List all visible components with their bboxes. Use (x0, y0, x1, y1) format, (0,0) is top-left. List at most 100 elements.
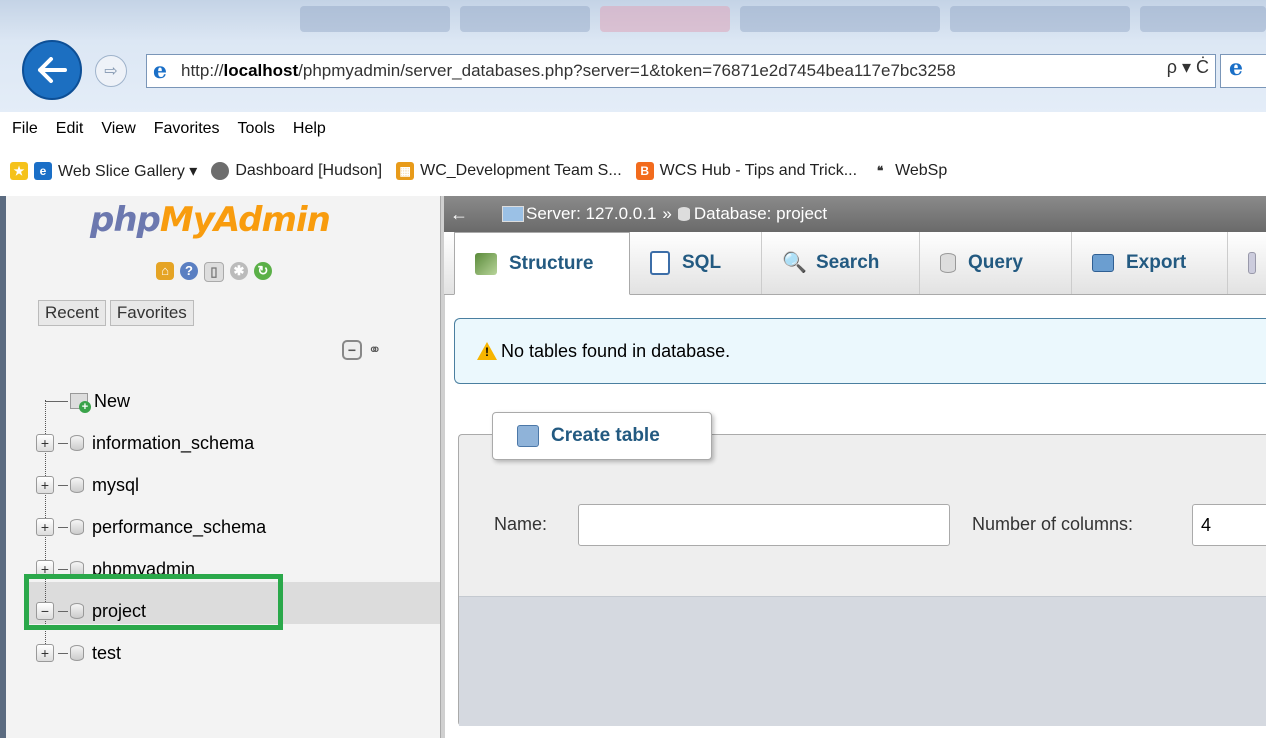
create-table-icon (517, 425, 539, 447)
tab-more[interactable] (1228, 232, 1266, 294)
phpmyadmin-logo[interactable]: phpMyAdmin (90, 200, 331, 240)
tab-favorites[interactable]: Favorites (109, 300, 194, 326)
nav-tabs: Recent Favorites (38, 300, 194, 326)
tree-item-mysql[interactable]: + mysql (26, 464, 440, 506)
main-tabs: Structure SQL 🔍 Search Query Export (444, 232, 1266, 295)
tree-item-label[interactable]: mysql (92, 475, 139, 496)
favorite-hudson[interactable]: Dashboard [Hudson] (211, 162, 382, 180)
browser-tab[interactable] (460, 6, 590, 32)
tree-connector (58, 568, 68, 570)
ie-page-icon: e (153, 58, 167, 84)
menu-file[interactable]: File (12, 120, 38, 138)
collapse-nav-icon[interactable]: ← (444, 204, 474, 225)
reload-icon[interactable]: ↻ (254, 262, 272, 280)
tab-search[interactable]: 🔍 Search (762, 232, 920, 294)
menu-view[interactable]: View (101, 120, 135, 138)
breadcrumb-separator: » (662, 204, 672, 223)
tree-item-new[interactable]: New (26, 380, 440, 422)
websphere-icon: ❝ (876, 164, 884, 178)
create-table-legend[interactable]: Create table (492, 412, 712, 460)
tree-item-label[interactable]: information_schema (92, 433, 254, 454)
favorites-star-icon[interactable]: ★ (10, 162, 28, 180)
table-name-input[interactable] (578, 504, 950, 546)
database-icon (70, 435, 84, 451)
tree-item-test[interactable]: + test (26, 632, 440, 674)
docs-icon[interactable]: ▯ (204, 262, 224, 282)
browser-tab[interactable] (740, 6, 940, 32)
expand-icon[interactable]: + (36, 434, 54, 452)
settings-gear-icon[interactable]: ✱ (230, 262, 248, 280)
import-icon (1248, 252, 1256, 274)
arrow-left-icon (38, 57, 67, 83)
warning-icon (477, 342, 497, 360)
tab-sql[interactable]: SQL (630, 232, 762, 294)
menu-bar: File Edit View Favorites Tools Help (0, 112, 1266, 146)
nav-icon-row: ⌂ ? ▯ ✱ ↻ (156, 262, 272, 282)
fieldset-footer (459, 596, 1266, 726)
expand-icon[interactable]: + (36, 644, 54, 662)
favorite-wc-development[interactable]: ▦ WC_Development Team S... (396, 162, 622, 180)
browser-titlebar (0, 0, 1266, 40)
url-host: localhost (223, 61, 299, 80)
link-icon[interactable]: ⚭ (368, 340, 381, 360)
tree-item-label[interactable]: test (92, 643, 121, 664)
table-name-label: Name: (494, 514, 548, 534)
tree-controls: − ⚭ (342, 340, 381, 360)
notice-text: No tables found in database. (501, 340, 731, 361)
expand-icon[interactable]: + (36, 476, 54, 494)
new-database-icon (70, 393, 91, 413)
menu-edit[interactable]: Edit (56, 120, 84, 138)
query-database-icon (940, 253, 956, 273)
tree-item-label[interactable]: New (94, 391, 130, 412)
server-icon (502, 206, 524, 222)
help-icon[interactable]: ? (180, 262, 198, 280)
menu-help[interactable]: Help (293, 120, 326, 138)
menu-favorites[interactable]: Favorites (154, 120, 220, 138)
database-icon (677, 207, 690, 221)
forward-button[interactable]: ⇨ (95, 55, 127, 87)
tree-connector (58, 442, 68, 444)
hudson-icon (211, 162, 230, 180)
arrow-right-icon: ⇨ (104, 63, 118, 80)
tab-structure[interactable]: Structure (454, 232, 630, 295)
expand-icon[interactable]: + (36, 518, 54, 536)
breadcrumb-database[interactable]: Database: project (694, 204, 827, 224)
ie-icon: e (1229, 55, 1243, 81)
tree-item-performance-schema[interactable]: + performance_schema (26, 506, 440, 548)
tab-export[interactable]: Export (1072, 232, 1228, 294)
browser-tab[interactable] (1140, 6, 1266, 32)
breadcrumb: ← Server: 127.0.0.1 » Database: project (444, 196, 1266, 232)
tree-connector (58, 484, 68, 486)
number-of-columns-input[interactable] (1192, 504, 1266, 546)
structure-icon (475, 252, 497, 275)
tree-connector (58, 526, 68, 528)
search-refresh-icons[interactable]: ρ ▾ Ċ (1167, 57, 1209, 78)
breadcrumb-server[interactable]: Server: 127.0.0.1 (526, 204, 656, 224)
browser-tab[interactable] (300, 6, 450, 32)
url-path: /phpmyadmin/server_databases.php?server=… (298, 61, 956, 80)
url-prefix: http:// (181, 61, 224, 80)
tab-query[interactable]: Query (920, 232, 1072, 294)
collapse-all-icon[interactable]: − (342, 340, 362, 360)
tree-item-label[interactable]: performance_schema (92, 517, 266, 538)
database-icon (70, 519, 84, 535)
blogger-icon: B (635, 162, 654, 180)
favorites-bar: ★ e Web Slice Gallery ▾ Dashboard [Hudson… (0, 146, 1266, 196)
browser-tab[interactable] (950, 6, 1130, 32)
notice-message: No tables found in database. (454, 318, 1266, 384)
sql-scroll-icon (650, 251, 670, 275)
ie-icon: e (34, 162, 52, 180)
tree-item-information-schema[interactable]: + information_schema (26, 422, 440, 464)
search-icon: 🔍 (782, 252, 807, 274)
tab-recent[interactable]: Recent (38, 300, 106, 326)
database-icon (70, 477, 84, 493)
favorite-websphere[interactable]: ❝ WebSp (871, 162, 947, 180)
browser-new-tab[interactable]: e (1220, 54, 1266, 88)
back-button[interactable] (22, 40, 82, 100)
menu-tools[interactable]: Tools (238, 120, 275, 138)
favorite-wcs-hub[interactable]: B WCS Hub - Tips and Trick... (635, 162, 857, 180)
home-icon[interactable]: ⌂ (156, 262, 174, 280)
browser-tab[interactable] (600, 6, 730, 32)
address-bar[interactable]: e http://localhost/phpmyadmin/server_dat… (146, 54, 1216, 88)
favorite-web-slice[interactable]: e Web Slice Gallery ▾ (34, 161, 197, 181)
